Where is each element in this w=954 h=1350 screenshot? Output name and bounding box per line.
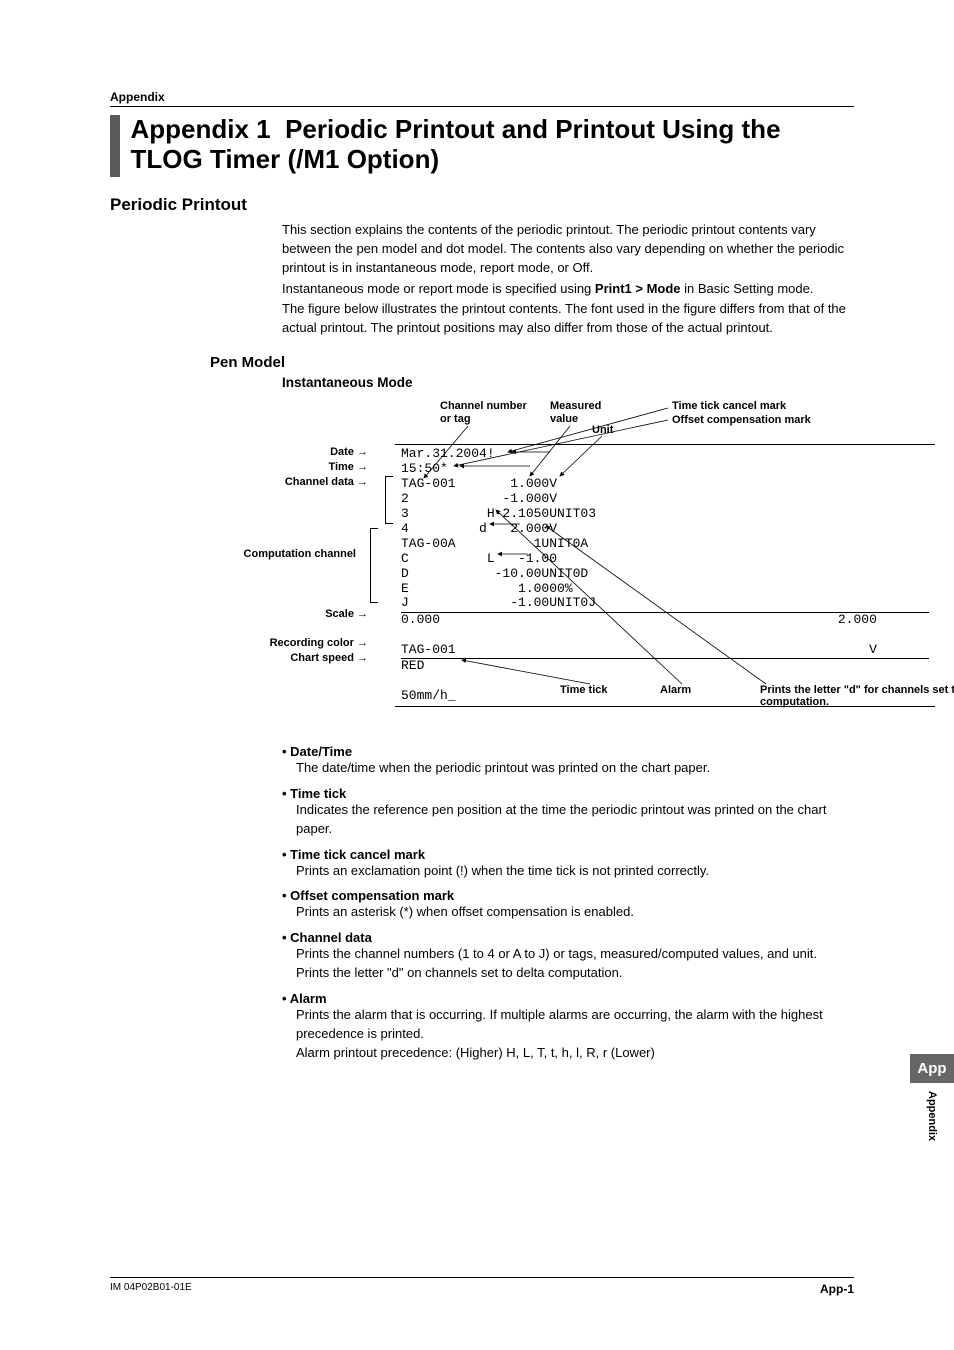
bullet-channel-data: Channel data Prints the channel numbers …: [282, 930, 854, 983]
bullet-body: Prints the letter "d" on channels set to…: [296, 964, 854, 983]
mono-l14: RED: [401, 658, 929, 674]
printout-sample: Mar.31.2004! 15:50* TAG-001 1.000V 2 -1.…: [395, 444, 935, 707]
mono-l4: 2 -1.000V: [401, 491, 557, 506]
bullet-body: Prints an asterisk (*) when offset compe…: [296, 903, 854, 922]
mono-l15: 50mm/h_: [401, 688, 456, 703]
instantaneous-mode-heading: Instantaneous Mode: [282, 375, 854, 390]
intro-p2a: Instantaneous mode or report mode is spe…: [282, 281, 595, 296]
bullet-body: Prints the channel numbers (1 to 4 or A …: [296, 945, 854, 964]
mono-l8: C L -1.00: [401, 551, 557, 566]
bullet-head: Time tick: [282, 786, 854, 801]
label-offset-comp: Offset compensation mark: [672, 414, 811, 427]
label-time-tick-cancel: Time tick cancel mark: [672, 400, 786, 413]
bullet-body: Indicates the reference pen position at …: [296, 801, 854, 839]
label-measured-value: Measured value: [550, 400, 601, 426]
section-label: Appendix: [110, 90, 854, 107]
bullet-head: Time tick cancel mark: [282, 847, 854, 862]
label-scale: Scale →: [308, 608, 368, 621]
bullet-body: Prints the alarm that is occurring. If m…: [296, 1006, 854, 1044]
page-footer: IM 04P02B01-01E App-1: [110, 1277, 854, 1296]
intro-p1: This section explains the contents of th…: [282, 221, 854, 278]
label-unit: Unit: [592, 424, 613, 437]
mono-l5: 3 H-2.1050UNIT03: [401, 506, 596, 521]
label-chart-speed: Chart speed →: [250, 652, 368, 665]
bullet-head: Offset compensation mark: [282, 888, 854, 903]
bullet-body: The date/time when the periodic printout…: [296, 759, 854, 778]
mono-l6: 4 d 2.000V: [401, 521, 557, 536]
side-tab: App Appendix: [910, 1054, 954, 1141]
bracket-channel-data: [385, 476, 393, 524]
title-prefix: Appendix 1: [130, 114, 270, 144]
footer-doc-id: IM 04P02B01-01E: [110, 1282, 192, 1296]
bullet-body: Prints an exclamation point (!) when the…: [296, 862, 854, 881]
bullet-datetime: Date/Time The date/time when the periodi…: [282, 744, 854, 778]
intro-p2-bold: Print1 > Mode: [595, 281, 681, 296]
mono-l13: TAG-001 V: [401, 642, 877, 657]
intro-p2c: in Basic Setting mode.: [681, 281, 814, 296]
label-channel-or-tag: Channel number or tag: [440, 400, 527, 426]
bullet-body: Alarm printout precedence: (Higher) H, L…: [296, 1044, 854, 1063]
label-d-note: Prints the letter "d" for channels set t…: [760, 684, 954, 708]
label-date: Date →: [308, 446, 368, 459]
bullet-list: Date/Time The date/time when the periodi…: [282, 744, 854, 1062]
label-time-tick-bottom: Time tick: [560, 684, 608, 696]
mono-l12: 0.000 2.000: [401, 612, 929, 628]
label-channel-data: Channel data →: [250, 476, 368, 489]
mono-l9: D -10.00UNIT0D: [401, 566, 588, 581]
bullet-alarm: Alarm Prints the alarm that is occurring…: [282, 991, 854, 1063]
bullet-offset-mark: Offset compensation mark Prints an aster…: [282, 888, 854, 922]
intro-p3: The figure below illustrates the printou…: [282, 300, 854, 338]
pen-model-heading: Pen Model: [210, 354, 854, 371]
bullet-cancel-mark: Time tick cancel mark Prints an exclamat…: [282, 847, 854, 881]
label-computation-channel: Computation channel: [220, 548, 356, 561]
bullet-head: Channel data: [282, 930, 854, 945]
mono-l10: E 1.0000%: [401, 581, 573, 596]
intro-paragraphs: This section explains the contents of th…: [282, 221, 854, 338]
mono-l3: TAG-001 1.000V: [401, 476, 557, 491]
bracket-computation: [370, 528, 378, 603]
mono-l1: Mar.31.2004!: [401, 446, 495, 461]
label-alarm-bottom: Alarm: [660, 684, 691, 696]
mono-l11: J -1.00UNIT0J: [401, 595, 596, 610]
mono-l7: TAG-00A 1UNIT0A: [401, 536, 588, 551]
bullet-head: Date/Time: [282, 744, 854, 759]
page-title: Appendix 1 Periodic Printout and Printou…: [130, 115, 854, 175]
side-tab-box: App: [910, 1054, 954, 1083]
label-recording-color: Recording color →: [240, 637, 368, 650]
bullet-head: Alarm: [282, 991, 854, 1006]
section-heading-periodic: Periodic Printout: [110, 195, 854, 215]
printout-figure: Channel number or tag Measured value Uni…: [110, 396, 854, 716]
intro-p2: Instantaneous mode or report mode is spe…: [282, 280, 854, 299]
side-tab-label: Appendix: [926, 1083, 938, 1141]
bullet-timetick: Time tick Indicates the reference pen po…: [282, 786, 854, 839]
page-title-row: Appendix 1 Periodic Printout and Printou…: [110, 115, 854, 177]
title-accent-bar: [110, 115, 120, 177]
label-time: Time →: [308, 461, 368, 474]
footer-page-number: App-1: [820, 1282, 854, 1296]
mono-l2: 15:50*: [401, 461, 448, 476]
